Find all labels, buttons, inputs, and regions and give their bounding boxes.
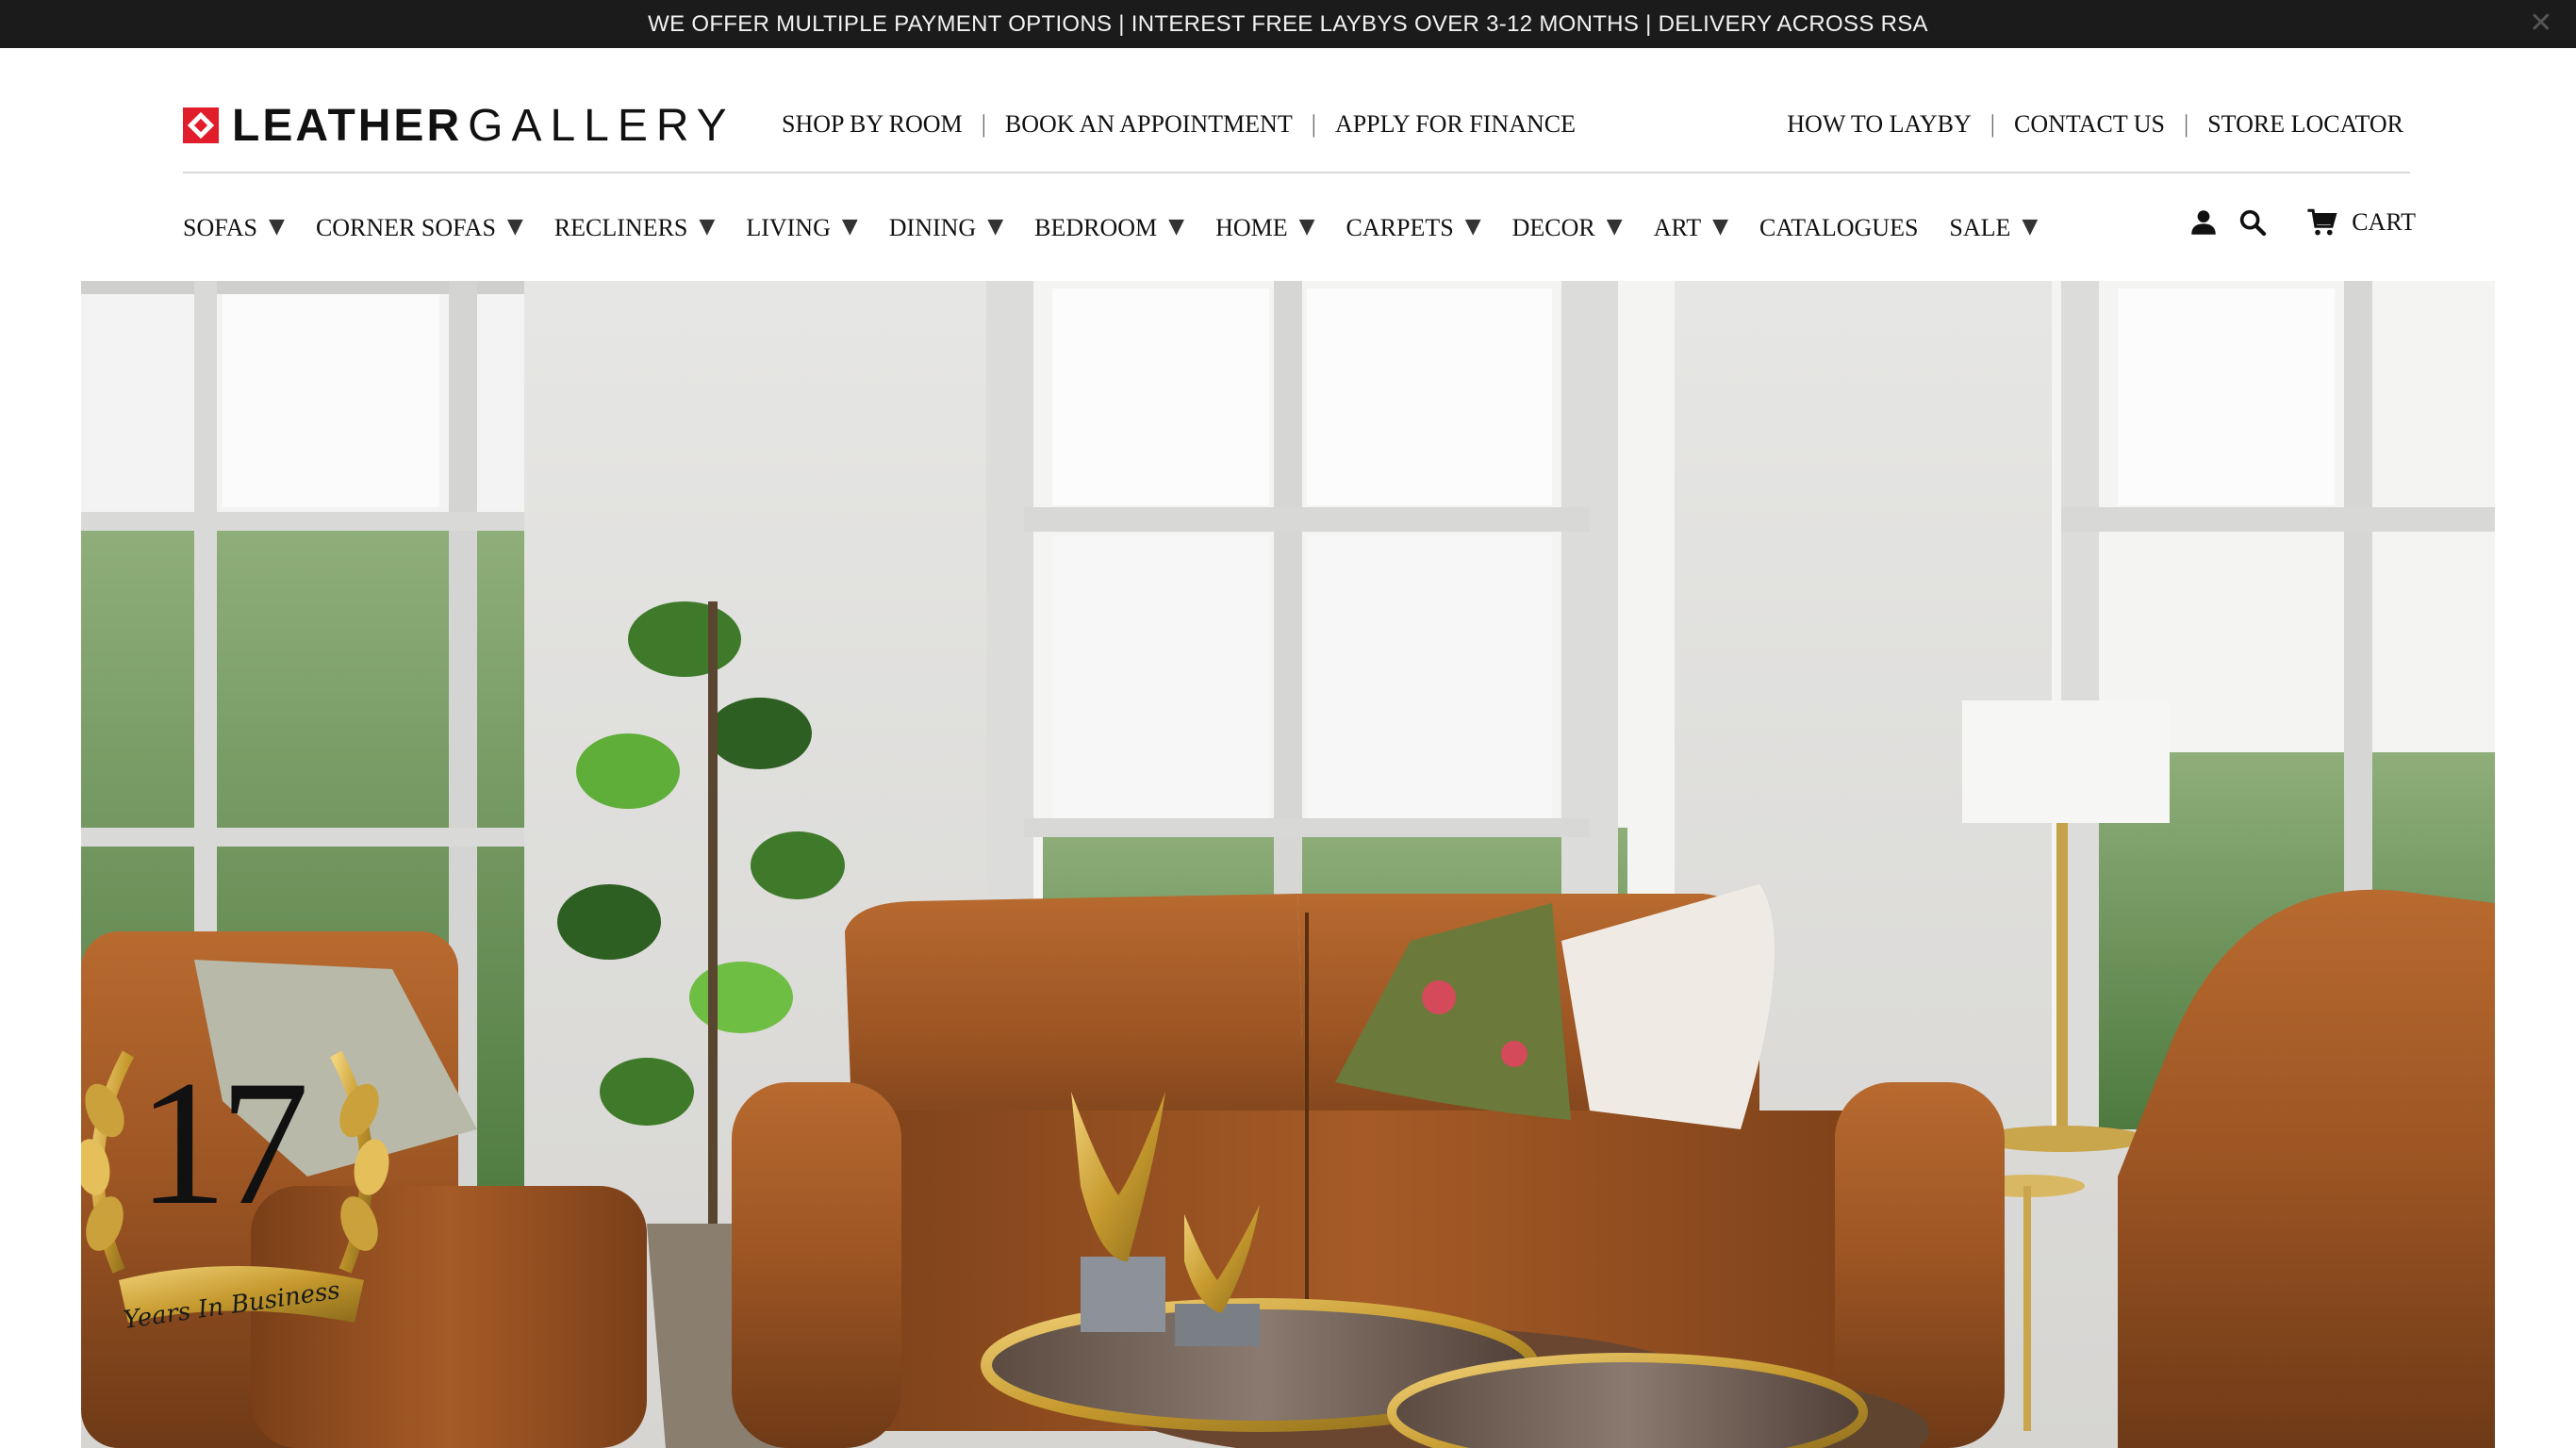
nav-shop-by-room[interactable]: SHOP BY ROOM (782, 110, 963, 139)
caret-down-icon: ▼ (1712, 214, 1729, 239)
main-nav-label: ART (1653, 214, 1702, 241)
main-nav-bedroom[interactable]: BEDROOM ▼ (1034, 214, 1184, 242)
close-icon[interactable]: ✕ (2527, 9, 2555, 38)
header-divider (183, 172, 2410, 173)
main-nav-catalogues[interactable]: CATALOGUES (1759, 214, 1918, 242)
caret-down-icon: ▼ (1168, 214, 1185, 239)
main-nav-recliners[interactable]: RECLINERS ▼ (554, 214, 716, 242)
logo-text-light: GALLERY (468, 100, 735, 151)
account-icon[interactable] (2188, 206, 2220, 239)
main-nav-label: CARPETS (1346, 214, 1454, 241)
caret-down-icon: ▼ (269, 214, 285, 239)
main-nav-label: LIVING (746, 214, 831, 241)
main-nav-sofas[interactable]: SOFAS ▼ (183, 214, 285, 242)
main-nav-carpets[interactable]: CARPETS ▼ (1346, 214, 1481, 242)
main-nav-label: DINING (888, 214, 977, 241)
caret-down-icon: ▼ (987, 214, 1004, 239)
nav-apply-finance[interactable]: APPLY FOR FINANCE (1335, 110, 1576, 139)
main-nav-art[interactable]: ART ▼ (1654, 214, 1728, 242)
logo-text-bold: LEATHER (232, 100, 463, 151)
main-nav-sale[interactable]: SALE ▼ (1949, 214, 2038, 242)
main-nav-label: CATALOGUES (1759, 214, 1919, 241)
nav-store-locator[interactable]: STORE LOCATOR (2207, 110, 2403, 139)
utility-nav-left: SHOP BY ROOM | BOOK AN APPOINTMENT | APP… (782, 110, 1576, 139)
cart-label[interactable]: CART (2352, 208, 2416, 237)
nav-separator: | (2183, 110, 2189, 138)
hero-image (81, 281, 2495, 1448)
caret-down-icon: ▼ (1606, 214, 1623, 239)
header-icons: CART (2171, 206, 2416, 239)
nav-separator: | (1990, 110, 1996, 138)
caret-down-icon: ▼ (841, 214, 858, 239)
main-nav-label: RECLINERS (553, 214, 688, 241)
main-nav-dining[interactable]: DINING ▼ (889, 214, 1003, 242)
logo-mark (183, 107, 219, 143)
nav-separator: | (981, 110, 986, 138)
brand-logo[interactable]: LEATHER GALLERY (183, 100, 735, 151)
main-nav-label: DECOR (1511, 214, 1595, 241)
cart-icon[interactable] (2306, 206, 2338, 239)
utility-nav-right: HOW TO LAYBY | CONTACT US | STORE LOCATO… (1787, 110, 2403, 139)
announcement-bar: WE OFFER MULTIPLE PAYMENT OPTIONS | INTE… (0, 0, 2576, 48)
site-header: LEATHER GALLERY SHOP BY ROOM | BOOK AN A… (0, 48, 2576, 281)
main-nav-corner-sofas[interactable]: CORNER SOFAS ▼ (316, 214, 523, 242)
caret-down-icon: ▼ (1298, 214, 1315, 239)
main-nav-decor[interactable]: DECOR ▼ (1512, 214, 1623, 242)
main-nav-label: BEDROOM (1034, 214, 1158, 241)
years-number: 17 (138, 1045, 309, 1242)
nav-book-appointment[interactable]: BOOK AN APPOINTMENT (1005, 110, 1293, 139)
main-nav-label: SOFAS (183, 214, 258, 241)
main-nav: SOFAS ▼ CORNER SOFAS ▼ RECLINERS ▼ LIVING ▼ … (183, 214, 2069, 242)
hero-banner[interactable]: 17 Years In Business (81, 281, 2495, 1448)
main-nav-label: SALE (1949, 214, 2011, 241)
announcement-text: WE OFFER MULTIPLE PAYMENT OPTIONS | INTE… (648, 10, 1928, 37)
caret-down-icon: ▼ (506, 214, 523, 239)
main-nav-label: CORNER SOFAS (315, 214, 496, 241)
nav-how-to-layby[interactable]: HOW TO LAYBY (1787, 110, 1972, 139)
main-nav-living[interactable]: LIVING ▼ (746, 214, 857, 242)
caret-down-icon: ▼ (2022, 214, 2039, 239)
main-nav-label: HOME (1215, 214, 1288, 241)
caret-down-icon: ▼ (699, 214, 716, 239)
caret-down-icon: ▼ (1464, 214, 1481, 239)
nav-separator: | (1311, 110, 1316, 138)
nav-contact-us[interactable]: CONTACT US (2014, 110, 2165, 139)
main-nav-home[interactable]: HOME ▼ (1215, 214, 1314, 242)
search-icon[interactable] (2237, 206, 2269, 239)
